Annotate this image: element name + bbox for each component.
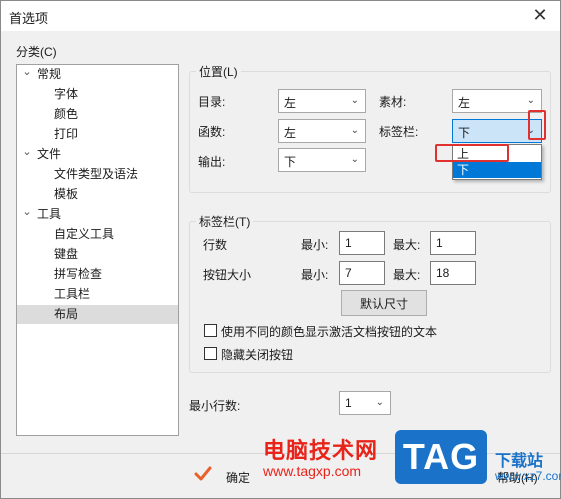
tree-item-label: 常规 xyxy=(37,67,62,81)
category-tree[interactable]: ⌄ 常规字体颜色打印 ⌄ 文件文件类型及语法 模板 ⌄ 工具自定义工具键盘拼写检查工具栏布局 xyxy=(16,64,179,436)
tree-item-label: 布局 xyxy=(54,307,79,321)
close-button[interactable]: ✕ xyxy=(520,1,560,29)
material-label: 素材: xyxy=(379,95,407,109)
rows-min-input[interactable]: 1 xyxy=(339,231,385,255)
chevron-down-icon: ⌄ xyxy=(350,95,359,106)
function-value: 左 xyxy=(284,126,297,140)
function-label: 函数: xyxy=(198,125,226,139)
tree-item[interactable]: 拼写检查 xyxy=(17,265,178,284)
tree-item-label: 颜色 xyxy=(54,107,79,121)
min-rows-value: 1 xyxy=(345,396,352,410)
button-size-min-label: 最小: xyxy=(301,268,329,282)
rows-label: 行数 xyxy=(203,238,228,252)
chevron-down-icon: ⌄ xyxy=(526,95,535,106)
collapse-toggle-icon[interactable]: ⌄ xyxy=(21,203,33,222)
output-label: 输出: xyxy=(198,155,226,169)
collapse-toggle-icon[interactable]: ⌄ xyxy=(21,63,33,82)
annotation-highlight-option xyxy=(435,144,509,162)
window-title: 首选项 xyxy=(9,11,49,26)
tree-item-label: 工具栏 xyxy=(54,287,91,301)
diff-color-checkbox[interactable] xyxy=(204,324,217,337)
tag-logo-text: TAG xyxy=(402,436,480,477)
min-rows-combo[interactable]: 1 ⌄ xyxy=(339,391,391,415)
button-size-min-input[interactable]: 7 xyxy=(339,261,385,285)
tree-item[interactable]: ⌄ 常规 xyxy=(17,65,178,84)
min-rows-label: 最小行数: xyxy=(189,399,241,413)
position-group-title: 位置(L) xyxy=(196,63,241,80)
tag-logo: TAG xyxy=(395,430,487,484)
tree-item-label: 拼写检查 xyxy=(54,267,103,281)
tabbar-group-title: 标签栏(T) xyxy=(196,213,254,230)
tabbar-position-label: 标签栏: xyxy=(379,125,419,139)
ok-button[interactable]: 确定 xyxy=(226,469,250,486)
tree-item-label: 文件类型及语法 xyxy=(54,167,139,181)
button-size-max-input[interactable]: 18 xyxy=(430,261,476,285)
chevron-down-icon: ⌄ xyxy=(350,154,359,165)
tree-item[interactable]: 布局 xyxy=(17,305,178,324)
button-size-label: 按钮大小 xyxy=(203,268,252,282)
hide-close-label: 隐藏关闭按钮 xyxy=(221,348,294,362)
rows-min-label: 最小: xyxy=(301,238,329,252)
watermark-site-url: www.tagxp.com xyxy=(263,463,362,479)
chevron-down-icon: ⌄ xyxy=(350,125,359,136)
dropdown-option-bottom[interactable]: 下 xyxy=(453,162,541,178)
tree-item[interactable]: ⌄ 工具 xyxy=(17,205,178,224)
tree-item-label: 自定义工具 xyxy=(54,227,115,241)
chevron-down-icon: ⌄ xyxy=(375,397,384,408)
default-size-button[interactable]: 默认尺寸 xyxy=(341,290,427,316)
watermark-site-name: 电脑技术网 xyxy=(263,438,379,463)
tree-item[interactable]: 颜色 xyxy=(17,105,178,124)
tree-item[interactable]: 自定义工具 xyxy=(17,225,178,244)
tree-item-label: 工具 xyxy=(37,207,62,221)
annotation-highlight-arrow xyxy=(528,110,546,140)
tree-item[interactable]: 字体 xyxy=(17,85,178,104)
collapse-toggle-icon[interactable]: ⌄ xyxy=(21,143,33,162)
tree-item[interactable]: 模板 xyxy=(17,185,178,204)
button-size-max-label: 最大: xyxy=(393,268,421,282)
close-icon: ✕ xyxy=(532,4,548,25)
tree-item-label: 文件 xyxy=(37,147,62,161)
watermark-download-site: 下载站 xyxy=(495,453,544,470)
title-bar: 首选项 ✕ xyxy=(1,1,560,31)
directory-label: 目录: xyxy=(198,95,226,109)
directory-value: 左 xyxy=(284,96,297,110)
function-combo[interactable]: 左 ⌄ xyxy=(278,119,366,143)
category-label: 分类(C) xyxy=(16,45,57,59)
output-combo[interactable]: 下 ⌄ xyxy=(278,148,366,172)
tree-item-label: 字体 xyxy=(54,87,79,101)
preferences-dialog: 首选项 ✕ 分类(C) ⌄ 常规字体颜色打印 ⌄ 文件文件类型及语法 模板 ⌄ 工具自定义工… xyxy=(0,0,561,499)
hide-close-checkbox[interactable] xyxy=(204,347,217,360)
checkmark-icon xyxy=(194,466,212,481)
tree-item-label: 键盘 xyxy=(54,247,79,261)
tree-item-label: 模板 xyxy=(54,187,79,201)
tree-item-label: 打印 xyxy=(54,127,79,141)
tree-item[interactable]: 文件类型及语法 xyxy=(17,165,178,184)
rows-max-label: 最大: xyxy=(393,238,421,252)
tree-item[interactable]: 键盘 xyxy=(17,245,178,264)
diff-color-label: 使用不同的颜色显示激活文档按钮的文本 xyxy=(221,325,438,339)
tabbar-position-value: 下 xyxy=(458,126,471,140)
tree-item[interactable]: 打印 xyxy=(17,125,178,144)
output-value: 下 xyxy=(284,155,297,169)
directory-combo[interactable]: 左 ⌄ xyxy=(278,89,366,113)
tree-item[interactable]: 工具栏 xyxy=(17,285,178,304)
rows-max-input[interactable]: 1 xyxy=(430,231,476,255)
watermark-download-url: www.xz7.com xyxy=(495,469,561,483)
material-value: 左 xyxy=(458,96,471,110)
tree-item[interactable]: ⌄ 文件 xyxy=(17,145,178,164)
